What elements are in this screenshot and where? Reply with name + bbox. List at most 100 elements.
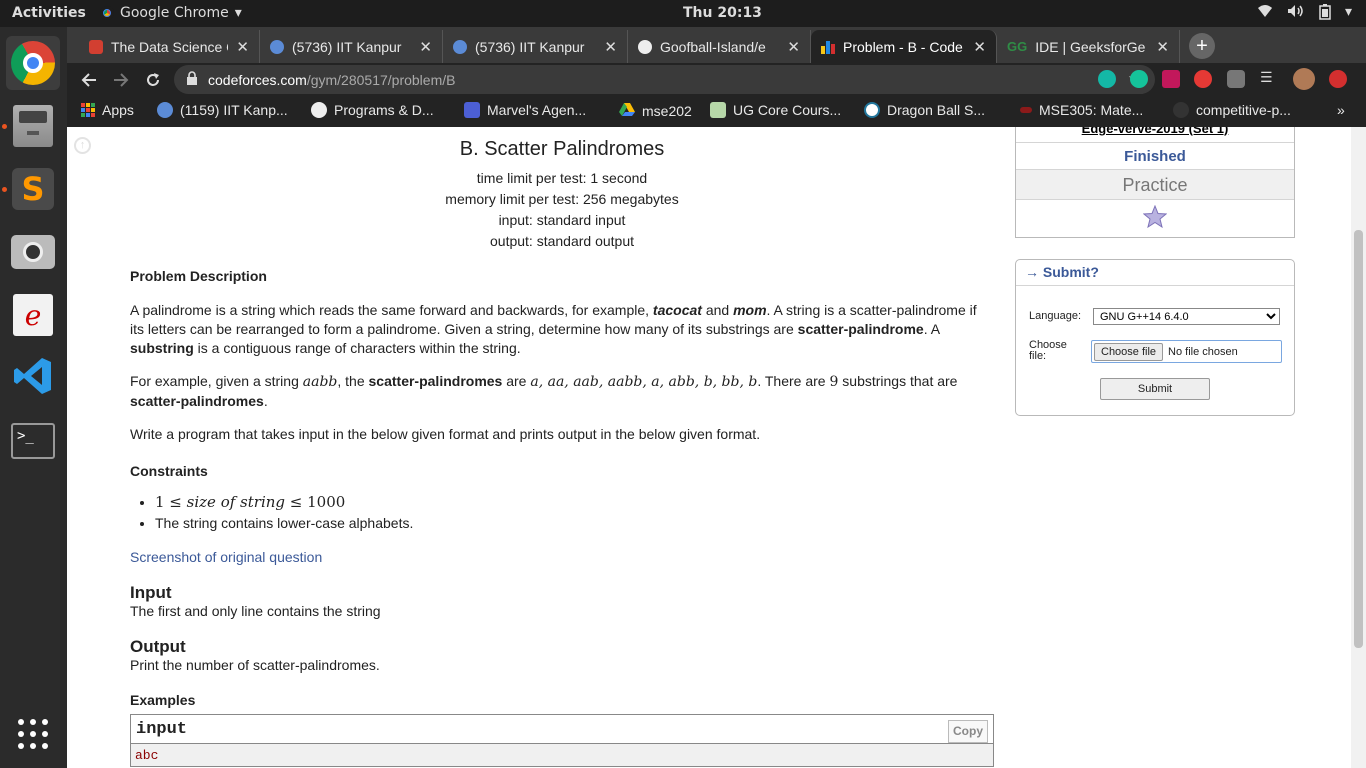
choose-file-button[interactable]: Choose file [1094, 342, 1164, 361]
extension-m-icon[interactable] [1098, 70, 1116, 88]
browser-toolbar: codeforces.com/gym/280517/problem/B ☆ ☰ [67, 63, 1366, 96]
dock-vscode[interactable] [6, 351, 60, 405]
bookmark-mse202[interactable]: mse202 [619, 102, 692, 119]
scrollbar-thumb[interactable] [1354, 230, 1363, 648]
grammarly-icon[interactable] [1130, 70, 1148, 88]
description-paragraph-2: For example, given a string aabb, the sc… [130, 373, 958, 409]
bookmark-label: Apps [102, 102, 134, 118]
shield-icon[interactable] [1227, 70, 1245, 88]
show-applications-button[interactable] [6, 707, 60, 761]
app-menu[interactable]: Google Chrome ▾ [100, 5, 242, 21]
close-icon[interactable]: ✕ [787, 38, 800, 56]
camera-icon [11, 235, 55, 269]
file-input[interactable]: Choose file No file chosen [1091, 340, 1282, 363]
activities-button[interactable]: Activities [12, 5, 86, 21]
vscode-icon [12, 355, 54, 402]
example-input-box: input Copy abc [130, 714, 994, 767]
geeksforgeeks-icon: GG [1007, 39, 1028, 54]
bookmark-label: competitive-p... [1196, 102, 1291, 118]
bookmark-marvels[interactable]: Marvel's Agen... [464, 102, 586, 118]
chrome-icon [100, 6, 114, 20]
no-file-text: No file chosen [1168, 345, 1238, 358]
constraint-size: 1 ≤ size of string ≤ 1000 [155, 493, 994, 512]
running-indicator [2, 124, 7, 129]
tab-strip: The Data Science C ✕ (5736) IIT Kanpur ✕… [67, 27, 1366, 63]
chevron-down-icon: ▾ [234, 5, 242, 21]
system-tray[interactable]: ▾ [1257, 4, 1352, 24]
example-input-label: input [136, 720, 188, 739]
close-icon[interactable]: ✕ [604, 38, 617, 56]
page-scrollbar[interactable] [1351, 127, 1366, 768]
star-icon[interactable] [1142, 204, 1168, 233]
arrow-left-icon [81, 73, 96, 87]
document-viewer-icon: e [13, 294, 53, 336]
screenshot-link[interactable]: Screenshot of original question [130, 549, 322, 565]
bookmark-mse305[interactable]: MSE305: Mate... [1020, 102, 1143, 118]
dock-files[interactable] [6, 99, 60, 153]
clock[interactable]: Thu 20:13 [683, 5, 762, 21]
bookmark-label: (1159) IIT Kanp... [180, 102, 288, 118]
description-title: Problem Description [130, 268, 267, 284]
extension-pink-icon[interactable] [1162, 70, 1180, 88]
tab-github[interactable]: Goofball-Island/e ✕ [628, 30, 811, 63]
bookmark-label: UG Core Cours... [733, 102, 842, 118]
tab-data-science[interactable]: The Data Science C ✕ [79, 30, 260, 63]
dock-sublime-text[interactable]: S [6, 162, 60, 216]
bookmark-apps[interactable]: Apps [81, 102, 134, 118]
volume-icon [1287, 4, 1305, 24]
codeforces-icon [821, 40, 835, 54]
input-title: Input [130, 583, 172, 602]
practice-label: Practice [1016, 169, 1294, 199]
close-icon[interactable]: ✕ [1156, 38, 1169, 56]
scroll-top-icon[interactable]: ↑ [74, 137, 91, 154]
bookmark-ug-core-courses[interactable]: UG Core Cours... [710, 102, 841, 118]
language-select[interactable]: GNU G++14 6.4.0 [1093, 308, 1280, 325]
time-limit: time limit per test: 1 second [476, 170, 648, 186]
submit-box-header: → Submit? [1016, 260, 1294, 286]
power-menu-arrow-icon: ▾ [1344, 4, 1352, 20]
forward-button[interactable] [109, 68, 133, 92]
extension-hand-icon[interactable] [1194, 70, 1212, 88]
tab-title: Goofball-Island/e [660, 38, 766, 55]
dock-terminal[interactable]: >_ [6, 414, 60, 468]
reload-button[interactable] [141, 68, 165, 92]
tab-iit-kanpur-2[interactable]: (5736) IIT Kanpur ✕ [443, 30, 628, 63]
update-chrome-icon[interactable] [1329, 70, 1347, 88]
favicon-icon [270, 39, 284, 54]
tab-geeksforgeeks-ide[interactable]: GG IDE | GeeksforGe ✕ [997, 30, 1180, 63]
dock-chrome[interactable] [6, 36, 60, 90]
favicon-icon [157, 102, 173, 118]
favourite-star-row [1016, 199, 1294, 237]
contest-name-link[interactable]: Edge-verve-2019 (Set 1) [1016, 127, 1294, 136]
bookmark-label: Dragon Ball S... [887, 102, 986, 118]
dock-evince[interactable]: e [6, 288, 60, 342]
submit-button[interactable]: Submit [1100, 378, 1210, 400]
tab-iit-kanpur-1[interactable]: (5736) IIT Kanpur ✕ [260, 30, 443, 63]
language-label: Language: [1029, 310, 1081, 322]
arrow-right-icon: → [1025, 264, 1043, 280]
copy-button[interactable]: Copy [948, 720, 988, 743]
bookmarks-overflow-button[interactable]: » [1337, 102, 1345, 118]
constraints-list: 1 ≤ size of string ≤ 1000 The string con… [130, 493, 994, 533]
favicon-icon [710, 102, 726, 118]
new-tab-button[interactable]: + [1189, 33, 1215, 59]
bookmark-competitive[interactable]: competitive-p... [1173, 102, 1291, 118]
address-bar[interactable]: codeforces.com/gym/280517/problem/B ☆ [174, 65, 1155, 94]
bookmark-dragon-ball[interactable]: Dragon Ball S... [864, 102, 985, 118]
favicon-icon [464, 102, 480, 118]
media-control-icon[interactable]: ☰ [1260, 69, 1278, 87]
bookmark-iit-kanpur[interactable]: (1159) IIT Kanp... [157, 102, 288, 118]
bookmark-programs[interactable]: Programs & D... [311, 102, 434, 118]
close-icon[interactable]: ✕ [236, 38, 249, 56]
back-button[interactable] [77, 68, 101, 92]
favicon-icon [1020, 107, 1032, 113]
profile-avatar[interactable] [1293, 68, 1315, 90]
close-icon[interactable]: ✕ [973, 38, 986, 56]
submit-box: → Submit? Language: GNU G++14 6.4.0 Choo… [1015, 259, 1295, 416]
tab-codeforces-problem[interactable]: Problem - B - Code ✕ [811, 30, 997, 63]
bookmark-label: mse202 [642, 102, 692, 119]
dock-cheese-camera[interactable] [6, 225, 60, 279]
close-icon[interactable]: ✕ [419, 38, 432, 56]
wifi-icon [1257, 4, 1273, 24]
reload-icon [147, 73, 159, 86]
